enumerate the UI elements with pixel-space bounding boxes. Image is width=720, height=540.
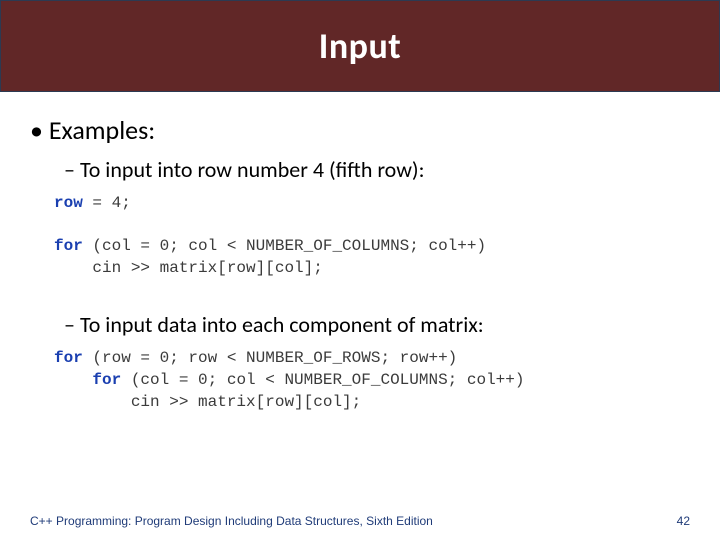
slide: Input Examples: To input into row number… <box>0 0 720 540</box>
footer-text: C++ Programming: Program Design Includin… <box>30 514 433 528</box>
code-text: = 4; <box>83 194 131 212</box>
code-text <box>54 371 92 389</box>
second-section: To input data into each component of mat… <box>30 311 690 413</box>
bullet-sub-2: To input data into each component of mat… <box>64 311 690 338</box>
code-text: cin >> matrix[row][col]; <box>54 393 361 411</box>
slide-title: Input <box>319 24 402 68</box>
keyword: for <box>92 371 121 389</box>
keyword: row <box>54 194 83 212</box>
keyword: for <box>54 349 83 367</box>
footer: C++ Programming: Program Design Includin… <box>0 514 720 528</box>
page-number: 42 <box>677 514 690 528</box>
code-block-2: for (row = 0; row < NUMBER_OF_ROWS; row+… <box>54 348 690 413</box>
code-block-1: row = 4; for (col = 0; col < NUMBER_OF_C… <box>54 193 690 279</box>
bullet-sub-1: To input into row number 4 (fifth row): <box>64 156 690 183</box>
code-text: (row = 0; row < NUMBER_OF_ROWS; row++) <box>83 349 457 367</box>
keyword: for <box>54 237 83 255</box>
bullet-examples: Examples: <box>30 114 690 146</box>
code-text: (col = 0; col < NUMBER_OF_COLUMNS; col++… <box>121 371 524 389</box>
title-bar: Input <box>0 0 720 92</box>
code-text: (col = 0; col < NUMBER_OF_COLUMNS; col++… <box>83 237 486 255</box>
slide-content: Examples: To input into row number 4 (fi… <box>30 110 690 431</box>
code-text: cin >> matrix[row][col]; <box>54 259 323 277</box>
